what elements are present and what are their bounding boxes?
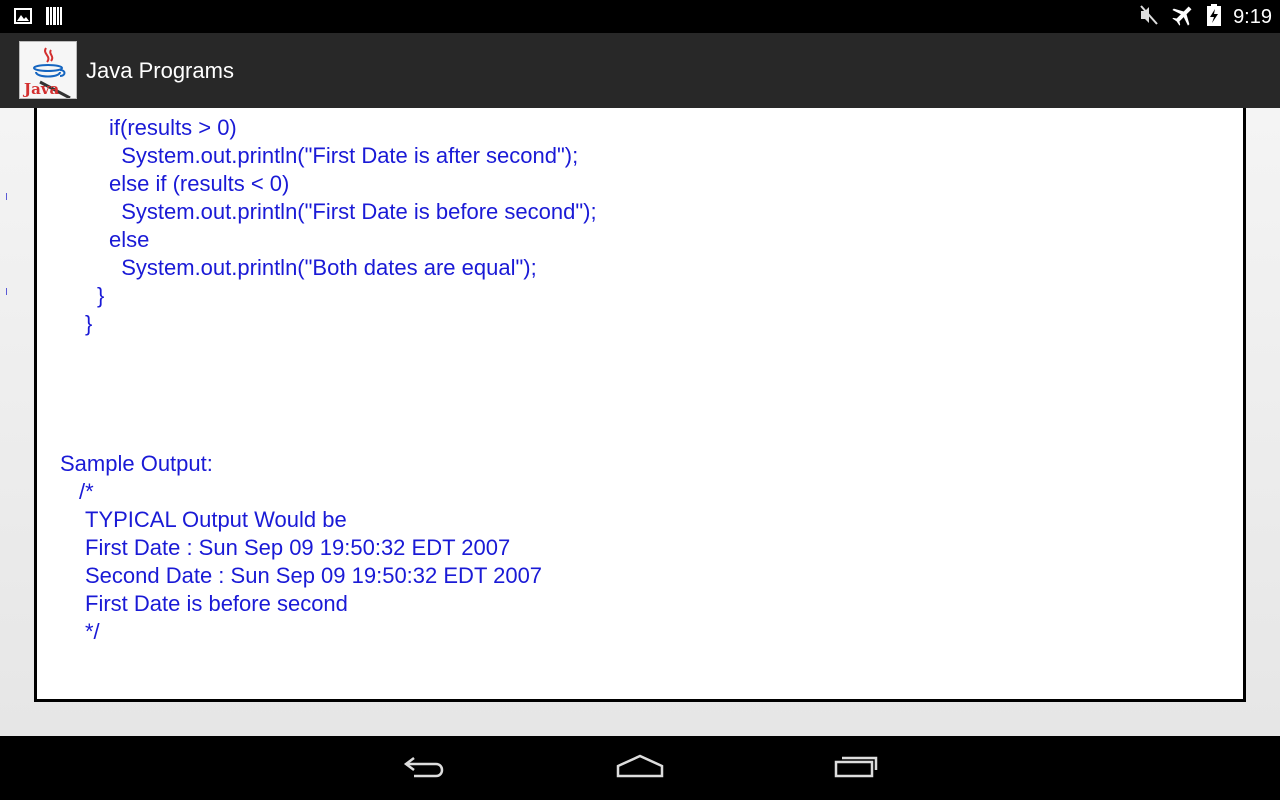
- sample-output-heading: Sample Output:: [60, 451, 213, 476]
- action-bar: Java Java Programs: [0, 33, 1280, 108]
- code-line: else: [109, 227, 150, 252]
- recent-apps-icon: [832, 752, 880, 785]
- scroll-mark: [6, 193, 7, 200]
- home-button[interactable]: [610, 750, 670, 786]
- status-time: 9:19: [1233, 6, 1272, 28]
- code-line: if(results > 0): [109, 115, 237, 140]
- code-line: System.out.println("First Date is before…: [109, 199, 597, 224]
- back-button[interactable]: [394, 750, 454, 786]
- airplane-icon: [1171, 4, 1195, 31]
- scroll-mark: [6, 288, 7, 295]
- output-line: /*: [79, 479, 94, 504]
- code-line: }: [85, 311, 93, 336]
- code-viewer[interactable]: if(results > 0) System.out.println("Firs…: [34, 108, 1246, 702]
- svg-text:Java: Java: [22, 80, 60, 98]
- code-line: System.out.println("Both dates are equal…: [109, 255, 537, 280]
- status-bar: 9:19: [0, 0, 1280, 33]
- back-icon: [400, 752, 448, 785]
- output-line: First Date : Sun Sep 09 19:50:32 EDT 200…: [85, 535, 511, 560]
- output-line: Second Date : Sun Sep 09 19:50:32 EDT 20…: [85, 563, 543, 588]
- app-title: Java Programs: [86, 58, 234, 83]
- output-line: First Date is before second: [85, 591, 348, 616]
- navigation-bar: [0, 736, 1280, 800]
- output-line: TYPICAL Output Would be: [85, 507, 347, 532]
- output-line: */: [85, 619, 100, 644]
- home-icon: [615, 752, 665, 785]
- code-line: else if (results < 0): [109, 171, 290, 196]
- java-logo-icon[interactable]: Java: [19, 41, 77, 100]
- mute-icon: [1139, 4, 1159, 31]
- code-line: System.out.println("First Date is after …: [109, 143, 579, 168]
- image-icon: [14, 8, 32, 29]
- recent-apps-button[interactable]: [826, 750, 886, 786]
- battery-charging-icon: [1207, 3, 1222, 31]
- barcode-icon: [46, 7, 62, 30]
- code-line: }: [97, 283, 105, 308]
- content-area[interactable]: if(results > 0) System.out.println("Firs…: [0, 108, 1280, 736]
